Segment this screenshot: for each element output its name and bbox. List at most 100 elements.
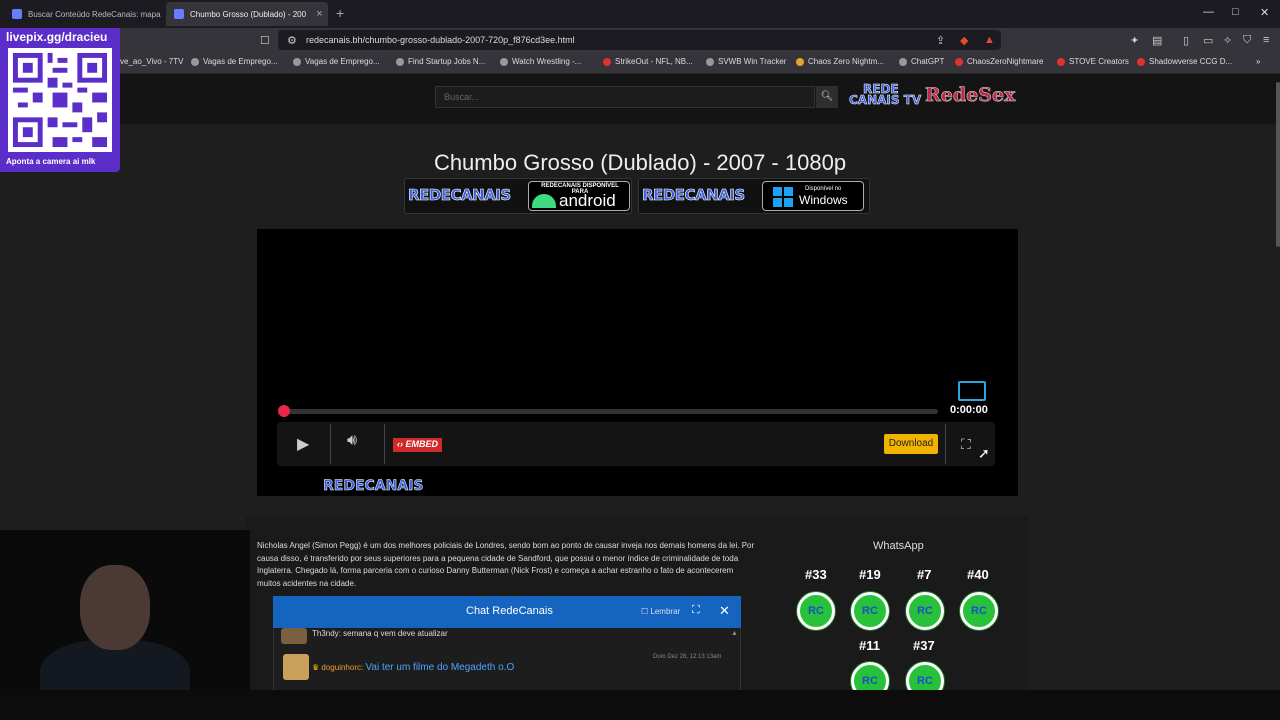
site-info-icon[interactable]: ⚙ <box>287 34 297 47</box>
whatsapp-title: WhatsApp <box>873 540 924 552</box>
bookmark-item[interactable]: STOVE Creators <box>1057 57 1129 66</box>
taskbar-strip <box>0 690 1280 720</box>
cast-icon[interactable] <box>958 381 986 401</box>
whatsapp-group-icon[interactable]: RC <box>851 592 889 630</box>
progress-handle[interactable] <box>278 405 290 417</box>
rewards-icon[interactable]: ▲ <box>984 34 995 46</box>
bookmark-item[interactable]: Vagas de Emprego... <box>191 57 278 66</box>
address-bar[interactable]: redecanais.bh/chumbo-grosso-dublado-2007… <box>278 30 1001 50</box>
bookmark-item[interactable]: Shadowverse CCG D... <box>1137 57 1232 66</box>
page-title: Chumbo Grosso (Dublado) - 2007 - 1080p <box>433 150 847 175</box>
livepix-overlay: livepix.gg/dracieu Aponta a camera ai ml… <box>0 28 120 172</box>
extensions-icon[interactable]: ✦ <box>1130 34 1139 47</box>
tab-title: Buscar Conteúdo RedeCanais: mapa <box>28 9 161 19</box>
brand-logo[interactable]: RedeSex <box>925 84 1016 107</box>
banner-brand-text: REDECANAIS <box>408 186 512 205</box>
play-icon[interactable]: ▶ <box>297 434 309 454</box>
qr-code-icon <box>8 48 112 152</box>
search-input[interactable]: Buscar... <box>435 86 815 108</box>
bookmark-item[interactable]: Find Startup Jobs N... <box>396 57 485 66</box>
bookmarks-bar: ve_ao_Vivo - 7TV Vagas de Emprego... Vag… <box>0 52 1280 74</box>
group-number: #33 <box>805 567 827 582</box>
whatsapp-group-icon[interactable]: RC <box>906 592 944 630</box>
wallet-icon[interactable]: ▭ <box>1203 34 1213 47</box>
bookmark-item[interactable]: SVWB Win Tracker <box>706 57 786 66</box>
bookmark-favicon-icon <box>396 57 404 66</box>
progress-bar[interactable] <box>284 409 938 414</box>
bookmark-favicon-icon <box>500 57 508 66</box>
bookmark-icon[interactable]: ☐ <box>260 34 270 47</box>
close-icon[interactable]: ✕ <box>719 603 730 619</box>
page-scrollbar[interactable] <box>1276 82 1280 247</box>
bookmark-favicon-icon <box>1057 57 1065 66</box>
movie-synopsis: Nicholas Angel (Simon Pegg) é um dos mel… <box>257 541 755 588</box>
bookmark-favicon-icon <box>706 57 714 66</box>
scroll-up-icon[interactable]: ▲ <box>731 630 738 637</box>
search-icon: 🔍︎ <box>820 91 834 102</box>
more-bookmarks-icon[interactable]: » <box>1256 57 1260 66</box>
sidebar-icon[interactable]: ▯ <box>1183 34 1189 47</box>
group-number: #7 <box>917 567 932 582</box>
windows-badge[interactable]: Disponível no Windows <box>762 181 864 211</box>
volume-icon[interactable]: 🔊︎ <box>347 432 357 450</box>
maximize-icon[interactable]: □ <box>1232 6 1239 18</box>
browser-tab-bar: Buscar Conteúdo RedeCanais: mapa Chumbo … <box>0 0 1280 28</box>
bookmark-favicon-icon <box>293 57 301 66</box>
bookmark-item[interactable]: Chaos Zero Nightm... <box>796 57 884 66</box>
group-number: #37 <box>913 638 935 653</box>
new-tab-icon[interactable]: + <box>336 5 344 21</box>
livepix-title: livepix.gg/dracieu <box>6 30 108 44</box>
bookmark-favicon-icon <box>603 57 611 66</box>
bookmark-item[interactable]: Watch Wrestling -... <box>500 57 581 66</box>
whatsapp-group-icon[interactable]: RC <box>960 592 998 630</box>
embed-button[interactable]: ‹› EMBED <box>393 438 443 452</box>
ai-icon[interactable]: ✧ <box>1223 34 1232 47</box>
bookmark-item[interactable]: ve_ao_Vivo - 7TV <box>120 57 183 66</box>
chat-message: Th3ndy: semana q vem deve atualizar <box>312 629 448 638</box>
webcam-person-head <box>80 565 150 650</box>
tab-buscar[interactable]: Buscar Conteúdo RedeCanais: mapa <box>4 2 162 26</box>
bookmark-item[interactable]: Vagas de Emprego... <box>293 57 380 66</box>
group-number: #40 <box>967 567 989 582</box>
search-button[interactable]: 🔍︎ <box>816 86 838 108</box>
vpn-icon[interactable]: ⛉ <box>1243 34 1251 47</box>
tab-title: Chumbo Grosso (Dublado) - 200 <box>190 9 307 19</box>
bookmark-favicon-icon <box>796 57 804 66</box>
site-favicon-icon <box>174 9 184 19</box>
remember-checkbox[interactable]: ☐ Lembrar <box>641 607 680 616</box>
bookmark-item[interactable]: ChatGPT <box>899 57 944 66</box>
avatar <box>281 628 307 644</box>
chat-message: ♛ doguinhorc: Vai ter um filme do Megade… <box>312 662 515 673</box>
divider <box>945 424 946 464</box>
share-icon[interactable]: ⇪ <box>936 34 945 47</box>
bookmark-favicon-icon <box>191 57 199 66</box>
android-badge[interactable]: REDECANAIS DISPONÍVEL PARA android <box>528 181 630 211</box>
bookmark-item[interactable]: ChaosZeroNightmare <box>955 57 1043 66</box>
time-display: 0:00:00 <box>950 404 988 416</box>
address-bar-row: redecanais.bh/chumbo-grosso-dublado-2007… <box>0 28 1280 52</box>
close-tab-icon[interactable]: × <box>316 8 322 20</box>
android-logo-icon <box>532 194 556 208</box>
menu-icon[interactable]: ≡ <box>1263 34 1269 46</box>
message-timestamp: Dom Dez 28, 12:13:13am <box>653 654 722 660</box>
player-watermark: REDECANAIS <box>323 478 424 495</box>
tab-chumbo-grosso[interactable]: Chumbo Grosso (Dublado) - 200 × <box>166 2 328 26</box>
bookmark-item[interactable]: StrikeOut - NFL, NB... <box>603 57 693 66</box>
livepix-caption: Aponta a camera ai mlk <box>6 157 96 166</box>
crown-icon: ♛ <box>312 663 320 672</box>
windows-logo-icon <box>773 187 793 207</box>
minimize-icon[interactable]: — <box>1203 6 1214 18</box>
chat-header: Chat RedeCanais ☐ Lembrar ⛶ ✕ <box>273 596 741 628</box>
fullscreen-icon[interactable]: ⛶ <box>961 436 971 453</box>
embed-icon: ‹› <box>397 439 403 449</box>
close-window-icon[interactable]: ✕ <box>1260 6 1269 19</box>
divider <box>384 424 385 464</box>
group-number: #11 <box>859 638 880 653</box>
whatsapp-group-icon[interactable]: RC <box>797 592 835 630</box>
expand-icon[interactable]: ⛶ <box>692 604 700 617</box>
download-button[interactable]: Download <box>884 434 938 454</box>
site-logo[interactable]: REDE CANAIS TV <box>849 83 922 107</box>
group-number: #19 <box>859 567 881 582</box>
brave-shield-icon[interactable]: ◆ <box>960 34 968 47</box>
reader-icon[interactable]: ▤ <box>1152 34 1162 47</box>
